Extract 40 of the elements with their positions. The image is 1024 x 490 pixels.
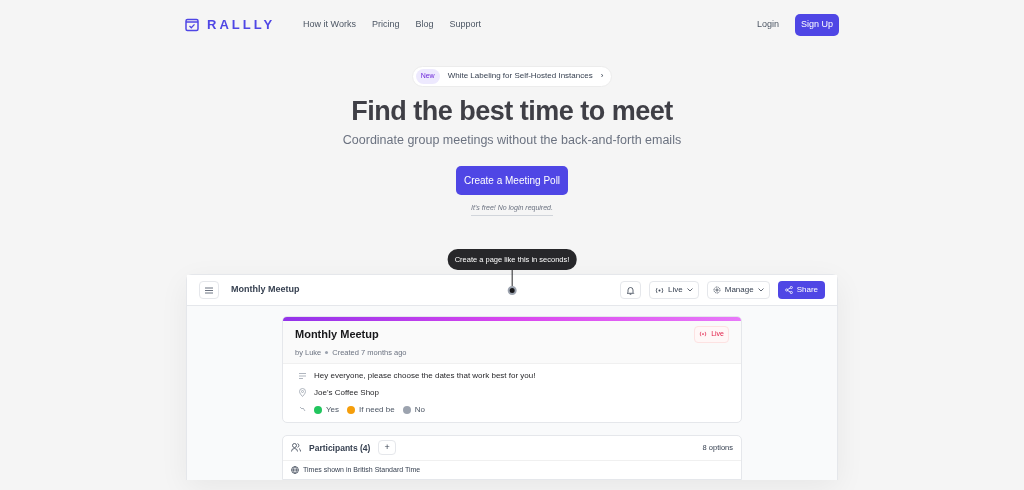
- calendar-check-icon: [185, 18, 199, 32]
- caret-icon: [686, 288, 693, 293]
- menu-icon: [205, 286, 213, 294]
- location-text: Joe's Coffee Shop: [314, 386, 379, 399]
- hotspot-dot[interactable]: [507, 286, 517, 296]
- hero-title: Find the best time to meet: [351, 94, 673, 127]
- hero-subtitle: Coordinate group meetings without the back-and-forth emails: [342, 131, 682, 149]
- nav-link[interactable]: How it Works: [303, 18, 356, 32]
- poll-title: Monthly Meetup: [231, 283, 300, 297]
- bell-icon: [626, 285, 636, 295]
- caret-icon: [757, 288, 764, 293]
- create-poll-button[interactable]: Create a Meeting Poll: [455, 165, 569, 195]
- add-participant-button[interactable]: +: [378, 440, 396, 456]
- nav-link[interactable]: Pricing: [371, 18, 400, 32]
- broadcast-icon: [655, 286, 665, 294]
- announcement-text: White Labeling for Self-Hosted Instances: [447, 70, 593, 83]
- login-link[interactable]: Login: [756, 18, 779, 32]
- share-button[interactable]: Share: [777, 281, 825, 300]
- users-icon: [291, 443, 301, 453]
- chevron-icon: ›: [600, 70, 604, 83]
- sign-up-button[interactable]: Sign Up: [794, 14, 839, 36]
- brand-logo-text[interactable]: RALLLY: [207, 15, 276, 35]
- poll-card-title: Monthly Meetup: [295, 327, 380, 343]
- globe-icon: [291, 465, 299, 474]
- legend-label: No: [414, 403, 425, 416]
- nav-link[interactable]: Support: [449, 18, 481, 32]
- broadcast-icon: [699, 331, 708, 338]
- location-pin-icon: [299, 388, 306, 398]
- menu-button[interactable]: [199, 281, 219, 300]
- legend-label: If need be: [359, 403, 395, 416]
- legend-label: Yes: [326, 403, 340, 416]
- share-icon: [784, 286, 793, 295]
- separator-dot: [325, 350, 329, 354]
- live-dropdown[interactable]: Live: [649, 281, 699, 300]
- manage-dropdown[interactable]: Manage: [706, 281, 770, 300]
- participants-label: Participants (4): [309, 441, 371, 455]
- nav-link[interactable]: Blog: [415, 18, 434, 32]
- text-lines-icon: [299, 372, 306, 379]
- notifications-button[interactable]: [620, 281, 642, 300]
- description-text: Hey everyone, please choose the dates that work best for you!: [314, 369, 536, 382]
